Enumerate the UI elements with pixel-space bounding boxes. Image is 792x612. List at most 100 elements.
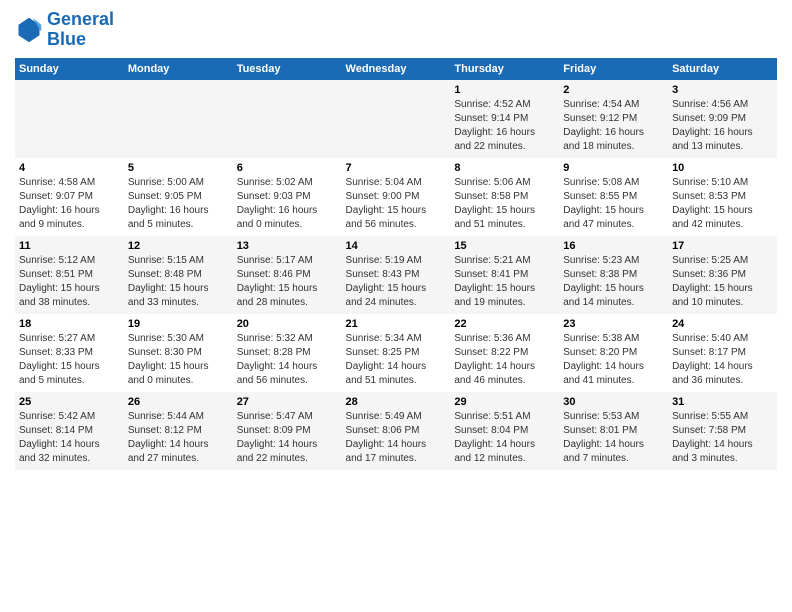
day-info: Sunrise: 5:42 AM Sunset: 8:14 PM Dayligh… (19, 410, 120, 466)
calendar-cell: 22 Sunrise: 5:36 AM Sunset: 8:22 PM Dayli… (450, 314, 559, 392)
calendar-cell: 24 Sunrise: 5:40 AM Sunset: 8:17 PM Dayli… (668, 314, 777, 392)
day-number: 30 (563, 396, 664, 408)
day-info: Sunrise: 5:53 AM Sunset: 8:01 PM Dayligh… (563, 410, 664, 466)
day-info: Sunrise: 5:30 AM Sunset: 8:30 PM Dayligh… (128, 332, 229, 388)
day-info: Sunrise: 5:49 AM Sunset: 8:06 PM Dayligh… (346, 410, 447, 466)
weekday-header-monday: Monday (124, 58, 233, 80)
page-container: General Blue SundayMondayTuesdayWednesda… (0, 0, 792, 480)
day-number: 27 (237, 396, 338, 408)
day-number: 16 (563, 240, 664, 252)
logo-text: General Blue (47, 10, 114, 50)
weekday-header-thursday: Thursday (450, 58, 559, 80)
calendar-cell: 2Sunrise: 4:54 AM Sunset: 9:12 PM Daylig… (559, 80, 668, 158)
day-number: 18 (19, 318, 120, 330)
day-info: Sunrise: 5:02 AM Sunset: 9:03 PM Dayligh… (237, 176, 338, 232)
weekday-header-row: SundayMondayTuesdayWednesdayThursdayFrid… (15, 58, 777, 80)
day-number: 11 (19, 240, 120, 252)
calendar-cell: 30 Sunrise: 5:53 AM Sunset: 8:01 PM Dayli… (559, 392, 668, 470)
calendar-cell (124, 80, 233, 158)
day-number: 28 (346, 396, 447, 408)
day-info: Sunrise: 5:51 AM Sunset: 8:04 PM Dayligh… (454, 410, 555, 466)
calendar-cell: 15 Sunrise: 5:21 AM Sunset: 8:41 PM Dayli… (450, 236, 559, 314)
weekday-header-tuesday: Tuesday (233, 58, 342, 80)
day-number: 24 (672, 318, 773, 330)
calendar-cell: 29 Sunrise: 5:51 AM Sunset: 8:04 PM Dayli… (450, 392, 559, 470)
calendar-cell: 20 Sunrise: 5:32 AM Sunset: 8:28 PM Dayli… (233, 314, 342, 392)
calendar-cell: 10Sunrise: 5:10 AM Sunset: 8:53 PM Dayli… (668, 158, 777, 236)
calendar-cell: 23Sunrise: 5:38 AM Sunset: 8:20 PM Dayli… (559, 314, 668, 392)
calendar-cell: 8Sunrise: 5:06 AM Sunset: 8:58 PM Daylig… (450, 158, 559, 236)
day-info: Sunrise: 5:04 AM Sunset: 9:00 PM Dayligh… (346, 176, 447, 232)
day-info: Sunrise: 5:10 AM Sunset: 8:53 PM Dayligh… (672, 176, 773, 232)
day-number: 17 (672, 240, 773, 252)
weekday-header-friday: Friday (559, 58, 668, 80)
calendar-cell (233, 80, 342, 158)
day-info: Sunrise: 4:52 AM Sunset: 9:14 PM Dayligh… (454, 98, 555, 154)
logo-icon (15, 16, 43, 44)
day-number: 12 (128, 240, 229, 252)
day-number: 7 (346, 162, 447, 174)
calendar-cell (15, 80, 124, 158)
weekday-header-sunday: Sunday (15, 58, 124, 80)
page-header: General Blue (15, 10, 777, 50)
day-number: 22 (454, 318, 555, 330)
calendar-week-row: 11 Sunrise: 5:12 AM Sunset: 8:51 PM Dayli… (15, 236, 777, 314)
calendar-cell: 16 Sunrise: 5:23 AM Sunset: 8:38 PM Dayli… (559, 236, 668, 314)
weekday-header-saturday: Saturday (668, 58, 777, 80)
day-info: Sunrise: 5:44 AM Sunset: 8:12 PM Dayligh… (128, 410, 229, 466)
day-info: Sunrise: 5:23 AM Sunset: 8:38 PM Dayligh… (563, 254, 664, 310)
day-number: 23 (563, 318, 664, 330)
day-info: Sunrise: 5:36 AM Sunset: 8:22 PM Dayligh… (454, 332, 555, 388)
day-info: Sunrise: 5:15 AM Sunset: 8:48 PM Dayligh… (128, 254, 229, 310)
day-info: Sunrise: 5:08 AM Sunset: 8:55 PM Dayligh… (563, 176, 664, 232)
weekday-header-wednesday: Wednesday (342, 58, 451, 80)
calendar-cell: 25 Sunrise: 5:42 AM Sunset: 8:14 PM Dayli… (15, 392, 124, 470)
day-info: Sunrise: 5:21 AM Sunset: 8:41 PM Dayligh… (454, 254, 555, 310)
calendar-week-row: 1 Sunrise: 4:52 AM Sunset: 9:14 PM Daylig… (15, 80, 777, 158)
calendar-cell: 27Sunrise: 5:47 AM Sunset: 8:09 PM Dayli… (233, 392, 342, 470)
day-number: 6 (237, 162, 338, 174)
day-number: 5 (128, 162, 229, 174)
day-info: Sunrise: 4:58 AM Sunset: 9:07 PM Dayligh… (19, 176, 120, 232)
calendar-cell: 26 Sunrise: 5:44 AM Sunset: 8:12 PM Dayli… (124, 392, 233, 470)
calendar-cell: 28 Sunrise: 5:49 AM Sunset: 8:06 PM Dayli… (342, 392, 451, 470)
day-number: 25 (19, 396, 120, 408)
calendar-table: SundayMondayTuesdayWednesdayThursdayFrid… (15, 58, 777, 470)
day-number: 4 (19, 162, 120, 174)
day-info: Sunrise: 5:25 AM Sunset: 8:36 PM Dayligh… (672, 254, 773, 310)
calendar-cell: 17 Sunrise: 5:25 AM Sunset: 8:36 PM Dayli… (668, 236, 777, 314)
day-number: 13 (237, 240, 338, 252)
day-number: 20 (237, 318, 338, 330)
calendar-week-row: 25 Sunrise: 5:42 AM Sunset: 8:14 PM Dayli… (15, 392, 777, 470)
calendar-cell: 7 Sunrise: 5:04 AM Sunset: 9:00 PM Daylig… (342, 158, 451, 236)
logo: General Blue (15, 10, 114, 50)
day-number: 3 (672, 84, 773, 96)
calendar-cell: 5 Sunrise: 5:00 AM Sunset: 9:05 PM Daylig… (124, 158, 233, 236)
calendar-week-row: 4 Sunrise: 4:58 AM Sunset: 9:07 PM Daylig… (15, 158, 777, 236)
calendar-cell: 3 Sunrise: 4:56 AM Sunset: 9:09 PM Daylig… (668, 80, 777, 158)
day-info: Sunrise: 5:32 AM Sunset: 8:28 PM Dayligh… (237, 332, 338, 388)
day-info: Sunrise: 5:19 AM Sunset: 8:43 PM Dayligh… (346, 254, 447, 310)
day-number: 19 (128, 318, 229, 330)
day-info: Sunrise: 5:00 AM Sunset: 9:05 PM Dayligh… (128, 176, 229, 232)
day-number: 9 (563, 162, 664, 174)
calendar-cell: 9 Sunrise: 5:08 AM Sunset: 8:55 PM Daylig… (559, 158, 668, 236)
day-info: Sunrise: 4:56 AM Sunset: 9:09 PM Dayligh… (672, 98, 773, 154)
day-info: Sunrise: 5:40 AM Sunset: 8:17 PM Dayligh… (672, 332, 773, 388)
day-number: 26 (128, 396, 229, 408)
day-number: 15 (454, 240, 555, 252)
day-number: 29 (454, 396, 555, 408)
day-info: Sunrise: 5:06 AM Sunset: 8:58 PM Dayligh… (454, 176, 555, 232)
day-number: 1 (454, 84, 555, 96)
day-info: Sunrise: 5:12 AM Sunset: 8:51 PM Dayligh… (19, 254, 120, 310)
calendar-cell: 31Sunrise: 5:55 AM Sunset: 7:58 PM Dayli… (668, 392, 777, 470)
calendar-cell: 13 Sunrise: 5:17 AM Sunset: 8:46 PM Dayli… (233, 236, 342, 314)
day-info: Sunrise: 5:34 AM Sunset: 8:25 PM Dayligh… (346, 332, 447, 388)
calendar-cell (342, 80, 451, 158)
day-info: Sunrise: 5:17 AM Sunset: 8:46 PM Dayligh… (237, 254, 338, 310)
calendar-cell: 1 Sunrise: 4:52 AM Sunset: 9:14 PM Daylig… (450, 80, 559, 158)
calendar-cell: 4 Sunrise: 4:58 AM Sunset: 9:07 PM Daylig… (15, 158, 124, 236)
calendar-week-row: 18Sunrise: 5:27 AM Sunset: 8:33 PM Dayli… (15, 314, 777, 392)
calendar-cell: 18Sunrise: 5:27 AM Sunset: 8:33 PM Dayli… (15, 314, 124, 392)
calendar-cell: 12 Sunrise: 5:15 AM Sunset: 8:48 PM Dayli… (124, 236, 233, 314)
